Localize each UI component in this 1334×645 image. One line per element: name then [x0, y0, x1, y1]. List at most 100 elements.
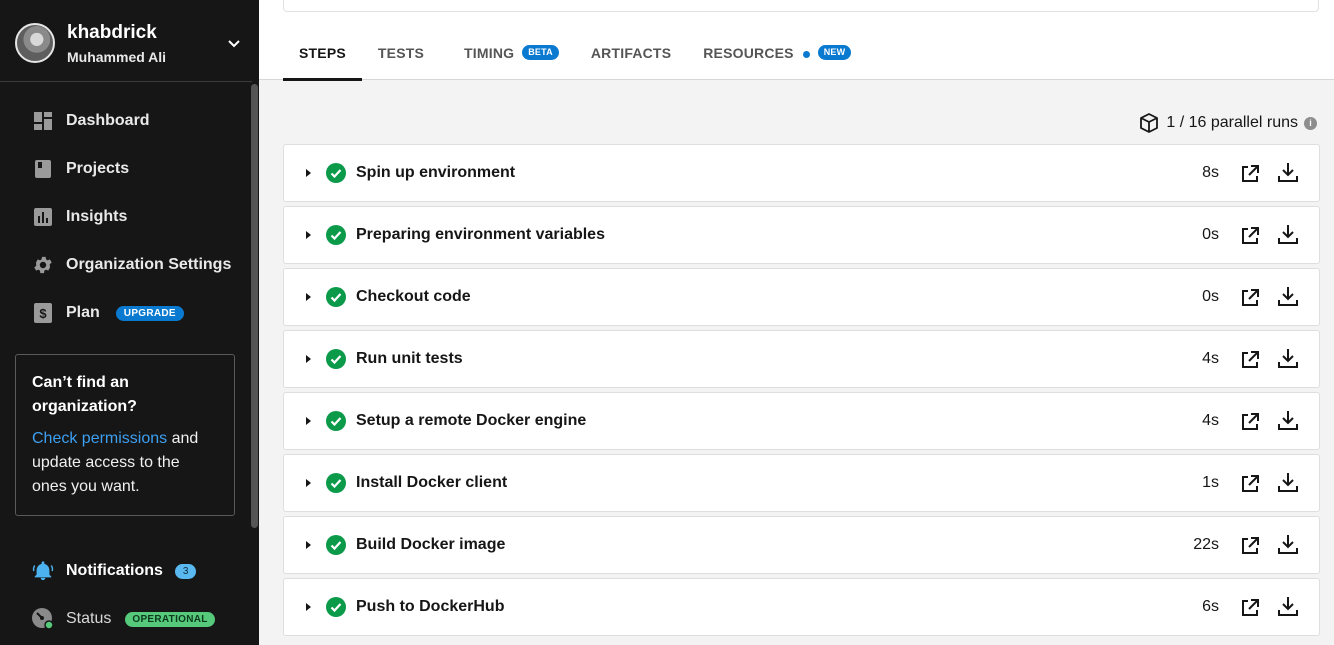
bell-icon	[20, 560, 66, 582]
tab-label: TESTS	[377, 45, 425, 61]
tab-label: TIMING	[464, 45, 515, 61]
expand-caret-icon[interactable]	[306, 479, 311, 487]
step-row[interactable]: Push to DockerHub 6s	[283, 578, 1320, 636]
external-link-icon[interactable]	[1240, 164, 1260, 184]
expand-caret-icon[interactable]	[306, 169, 311, 177]
download-icon[interactable]	[1277, 533, 1299, 555]
download-icon[interactable]	[1277, 285, 1299, 307]
expand-caret-icon[interactable]	[306, 231, 311, 239]
download-icon[interactable]	[1277, 471, 1299, 493]
step-name: Preparing environment variables	[356, 226, 605, 243]
username: khabdrick	[67, 22, 157, 43]
job-summary-card	[283, 0, 1319, 12]
org-help-card: Can’t find an organization? Check permis…	[15, 354, 235, 516]
sidebar-item-status[interactable]: Status OPERATIONAL	[20, 600, 245, 638]
insights-icon	[20, 208, 66, 226]
external-link-icon[interactable]	[1240, 598, 1260, 618]
tab-timing[interactable]: TIMING BETA	[448, 42, 575, 80]
tab-label: RESOURCES	[703, 45, 794, 61]
expand-caret-icon[interactable]	[306, 603, 311, 611]
check-permissions-link[interactable]: Check permissions	[32, 430, 167, 447]
dashboard-icon	[20, 111, 66, 131]
step-row[interactable]: Setup a remote Docker engine 4s	[283, 392, 1320, 450]
download-icon[interactable]	[1277, 161, 1299, 183]
download-icon[interactable]	[1277, 347, 1299, 369]
status-badge: OPERATIONAL	[125, 611, 215, 627]
step-duration: 4s	[1202, 350, 1219, 367]
step-row[interactable]: Build Docker image 22s	[283, 516, 1320, 574]
org-help-body: Check permissions and update access to t…	[32, 427, 218, 499]
new-badge: NEW	[817, 45, 852, 60]
download-icon[interactable]	[1277, 223, 1299, 245]
step-duration: 6s	[1202, 598, 1219, 615]
steps-list: Spin up environment 8s Preparing environ…	[283, 144, 1320, 640]
success-check-icon	[326, 349, 346, 369]
parallel-runs[interactable]: 1 / 16 parallel runs i	[1139, 113, 1317, 133]
sidebar-item-plan[interactable]: $ Plan UPGRADE	[20, 294, 245, 332]
tab-steps[interactable]: STEPS	[283, 42, 362, 81]
external-link-icon[interactable]	[1240, 412, 1260, 432]
expand-caret-icon[interactable]	[306, 541, 311, 549]
external-link-icon[interactable]	[1240, 350, 1260, 370]
sidebar-item-notifications[interactable]: Notifications 3	[20, 552, 245, 590]
step-row[interactable]: Install Docker client 1s	[283, 454, 1320, 512]
cube-icon	[1140, 113, 1159, 133]
external-link-icon[interactable]	[1240, 536, 1260, 556]
avatar	[15, 23, 55, 63]
success-check-icon	[326, 163, 346, 183]
success-check-icon	[326, 411, 346, 431]
tab-tests[interactable]: TESTS	[362, 42, 448, 80]
step-row[interactable]: Spin up environment 8s	[283, 144, 1320, 202]
sidebar-item-label: Plan	[66, 304, 100, 321]
download-icon[interactable]	[1277, 595, 1299, 617]
sidebar-item-label: Dashboard	[66, 112, 150, 129]
sidebar-item-label: Organization Settings	[66, 256, 232, 273]
tab-resources[interactable]: RESOURCES NEW	[687, 42, 867, 80]
external-link-icon[interactable]	[1240, 474, 1260, 494]
sidebar-item-organization-settings[interactable]: Organization Settings	[20, 246, 245, 284]
sidebar-scrollbar[interactable]	[251, 84, 258, 528]
sidebar: khabdrick Muhammed Ali Dashboard Project…	[0, 0, 259, 645]
expand-caret-icon[interactable]	[306, 417, 311, 425]
new-dot-indicator	[802, 51, 810, 58]
job-header: STEPS TESTS TIMING BETA ARTIFACTS RESOURC…	[259, 0, 1334, 81]
step-duration: 22s	[1193, 536, 1219, 553]
success-check-icon	[326, 535, 346, 555]
status-gauge-icon	[20, 607, 66, 631]
step-row[interactable]: Preparing environment variables 0s	[283, 206, 1320, 264]
tab-label: STEPS	[299, 45, 346, 61]
success-check-icon	[326, 287, 346, 307]
expand-caret-icon[interactable]	[306, 355, 311, 363]
step-row[interactable]: Run unit tests 4s	[283, 330, 1320, 388]
gear-icon	[20, 254, 66, 276]
step-duration: 1s	[1202, 474, 1219, 491]
step-name: Build Docker image	[356, 536, 506, 553]
upgrade-badge[interactable]: UPGRADE	[115, 305, 184, 321]
sidebar-item-label: Status	[66, 610, 112, 627]
tab-label: ARTIFACTS	[590, 45, 672, 61]
tab-artifacts[interactable]: ARTIFACTS	[575, 42, 687, 80]
dollar-icon: $	[20, 303, 66, 323]
projects-icon	[20, 159, 66, 179]
external-link-icon[interactable]	[1240, 226, 1260, 246]
step-duration: 0s	[1202, 288, 1219, 305]
svg-text:$: $	[39, 306, 47, 321]
success-check-icon	[326, 473, 346, 493]
step-name: Push to DockerHub	[356, 598, 505, 615]
user-switcher[interactable]: khabdrick Muhammed Ali	[0, 5, 252, 82]
sidebar-item-dashboard[interactable]: Dashboard	[20, 102, 245, 140]
download-icon[interactable]	[1277, 409, 1299, 431]
info-icon[interactable]: i	[1304, 116, 1317, 130]
expand-caret-icon[interactable]	[306, 293, 311, 301]
external-link-icon[interactable]	[1240, 288, 1260, 308]
sidebar-item-projects[interactable]: Projects	[20, 150, 245, 188]
step-name: Setup a remote Docker engine	[356, 412, 587, 429]
step-name: Checkout code	[356, 288, 471, 305]
job-tabs: STEPS TESTS TIMING BETA ARTIFACTS RESOURC…	[283, 42, 867, 81]
org-help-title: Can’t find an organization?	[32, 374, 137, 415]
chevron-down-icon[interactable]	[226, 35, 242, 51]
step-duration: 0s	[1202, 226, 1219, 243]
step-row[interactable]: Checkout code 0s	[283, 268, 1320, 326]
step-duration: 4s	[1202, 412, 1219, 429]
sidebar-item-insights[interactable]: Insights	[20, 198, 245, 236]
